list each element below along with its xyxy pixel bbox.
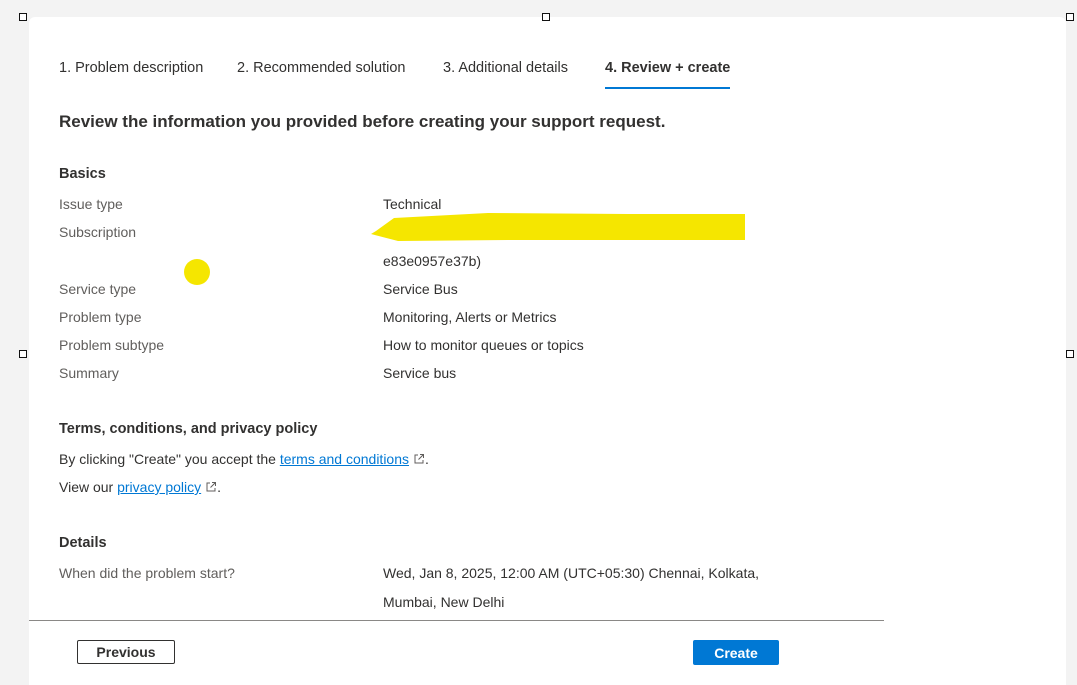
footer-divider [29,620,884,621]
issue-type-value: Technical [383,196,442,212]
external-link-icon [414,454,425,464]
service-type-value: Service Bus [383,281,458,297]
privacy-statement: View our privacy policy. [59,479,221,495]
problem-start-label: When did the problem start? [59,565,235,581]
page-heading: Review the information you provided befo… [59,112,666,131]
tab-additional-details[interactable]: 3. Additional details [443,60,568,87]
details-section-title: Details [59,535,107,551]
resize-handle-top-center[interactable] [542,13,550,21]
tab-problem-description[interactable]: 1. Problem description [59,60,203,87]
resize-handle-top-left[interactable] [19,13,27,21]
problem-subtype-value: How to monitor queues or topics [383,337,584,353]
external-link-icon [206,482,217,492]
resize-handle-middle-right[interactable] [1066,350,1074,358]
summary-value: Service bus [383,365,457,381]
tab-recommended-solution[interactable]: 2. Recommended solution [237,60,405,87]
service-type-label: Service type [59,281,137,297]
terms-prefix: By clicking "Create" you accept the [59,451,280,467]
terms-section-title: Terms, conditions, and privacy policy [59,421,318,437]
resize-handle-middle-left[interactable] [19,350,27,358]
problem-type-value: Monitoring, Alerts or Metrics [383,309,557,325]
privacy-prefix: View our [59,479,118,495]
previous-button[interactable]: Previous [77,640,175,664]
problem-type-label: Problem type [59,309,142,325]
problem-start-value-line2: Mumbai, New Delhi [383,594,505,610]
tab-review-create[interactable]: 4. Review + create [605,60,731,89]
terms-suffix: . [425,451,429,467]
resize-handle-top-right[interactable] [1066,13,1074,21]
privacy-policy-link[interactable]: privacy policy [117,479,201,495]
basics-section-title: Basics [59,166,106,182]
issue-type-label: Issue type [59,196,123,212]
create-button[interactable]: Create [693,640,779,665]
subscription-label: Subscription [59,224,137,240]
privacy-suffix: . [217,479,222,495]
terms-and-conditions-link[interactable]: terms and conditions [280,451,409,467]
redaction-highlight [371,213,745,241]
terms-statement: By clicking "Create" you accept the term… [59,451,429,467]
summary-label: Summary [59,365,119,381]
problem-subtype-label: Problem subtype [59,337,165,353]
cursor-highlight-dot [184,259,210,285]
subscription-value-line2: e83e0957e37b) [383,253,482,269]
problem-start-value: Wed, Jan 8, 2025, 12:00 AM (UTC+05:30) C… [383,565,760,581]
